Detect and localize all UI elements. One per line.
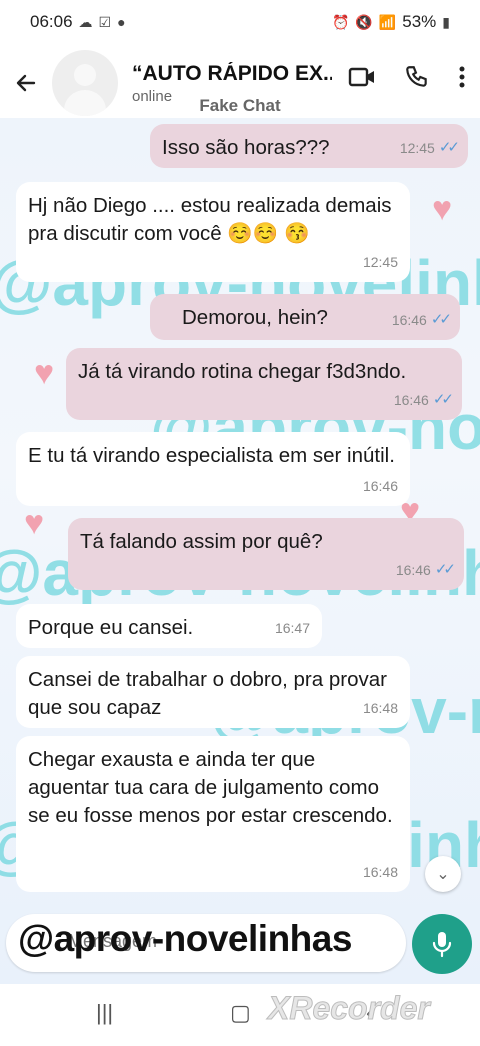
status-left: 06:06 ☁ ☑ ●: [30, 12, 126, 32]
recents-icon[interactable]: |||: [96, 1000, 113, 1026]
message-meta: 16:46: [363, 472, 398, 500]
message-outgoing[interactable]: Já tá virando rotina chegar f3d3ndo. 16:…: [66, 348, 462, 420]
message-meta: 12:45 ✓✓: [399, 134, 460, 162]
read-ticks-icon: ✓✓: [438, 139, 460, 156]
xrecorder-watermark: XRecorder: [268, 990, 431, 1027]
message-incoming[interactable]: Porque eu cansei. 16:47: [16, 604, 322, 648]
home-icon[interactable]: ▢: [230, 1000, 251, 1026]
heart-icon: ♥: [24, 504, 45, 542]
status-right: ⏰ 🔇 📶 53% ▮: [332, 12, 450, 32]
cloud-icon: ☁: [78, 13, 93, 30]
message-outgoing[interactable]: Demorou, hein? 16:46 ✓✓: [150, 294, 460, 340]
message-meta: 16:46 ✓✓: [395, 556, 456, 584]
message-meta: 16:47: [275, 614, 310, 642]
scroll-down-button[interactable]: ⌄: [425, 856, 461, 892]
contact-name: “AUTO RÁPIDO EX...: [132, 61, 332, 85]
battery-percent: 53%: [402, 12, 437, 31]
message-text: E tu tá virando especialista em ser inút…: [28, 444, 395, 467]
header-actions: [348, 64, 466, 90]
message-incoming[interactable]: E tu tá virando especialista em ser inút…: [16, 432, 410, 506]
mic-icon: [432, 932, 452, 958]
message-text: Já tá virando rotina chegar f3d3ndo.: [78, 360, 407, 383]
message-outgoing[interactable]: Isso são horas??? 12:45 ✓✓: [150, 124, 468, 168]
message-time: 12:45: [399, 140, 435, 156]
status-bar: 06:06 ☁ ☑ ● ⏰ 🔇 📶 53% ▮: [0, 0, 480, 44]
chat-bubble-icon: ●: [117, 14, 126, 30]
message-incoming[interactable]: Chegar exausta e ainda ter que aguentar …: [16, 736, 410, 892]
wifi-icon: 📶: [378, 13, 397, 30]
chat-area[interactable]: @aprov-novelinhas @aprov-novelinhas @apr…: [0, 118, 480, 984]
alarm-icon: ⏰: [331, 13, 350, 30]
read-ticks-icon: ✓✓: [430, 311, 452, 328]
check-box-icon: ☑: [98, 13, 112, 30]
message-time: 16:48: [362, 864, 398, 880]
heart-icon: ♥: [432, 190, 453, 228]
mic-button[interactable]: [412, 914, 472, 974]
message-time: 16:46: [393, 392, 429, 408]
status-time: 06:06: [30, 12, 73, 31]
message-text: Tá falando assim por quê?: [80, 530, 323, 553]
fake-chat-label: Fake Chat: [199, 96, 281, 115]
phone-icon[interactable]: [404, 64, 430, 90]
message-meta: 16:46 ✓✓: [393, 386, 454, 414]
message-incoming[interactable]: Cansei de trabalhar o dobro, pra provar …: [16, 656, 410, 728]
message-outgoing[interactable]: Tá falando assim por quê? 16:46 ✓✓: [68, 518, 464, 590]
message-text: Hj não Diego .... estou realizada demais…: [28, 194, 392, 245]
watermark-overlay: @aprov-novelinhas: [18, 918, 352, 959]
message-incoming[interactable]: Hj não Diego .... estou realizada demais…: [16, 182, 410, 282]
message-time: 16:46: [395, 562, 431, 578]
more-vert-icon[interactable]: [458, 65, 466, 89]
mute-icon: 🔇: [355, 13, 373, 30]
video-call-icon[interactable]: [348, 65, 376, 89]
message-time: 16:46: [362, 478, 398, 494]
message-meta: 12:45: [363, 248, 398, 276]
arrow-left-icon: [16, 74, 36, 92]
message-time: 16:47: [274, 620, 310, 636]
message-meta: 16:48: [363, 694, 398, 722]
message-text: Chegar exausta e ainda ter que aguentar …: [28, 748, 393, 827]
chevron-double-down-icon: ⌄: [436, 866, 450, 883]
message-time: 16:48: [362, 700, 398, 716]
message-meta: 16:46 ✓✓: [391, 306, 452, 334]
message-time: 12:45: [362, 254, 398, 270]
heart-icon: ♥: [34, 354, 55, 392]
battery-icon: ▮: [442, 13, 450, 30]
read-ticks-icon: ✓✓: [434, 561, 456, 578]
message-text: Cansei de trabalhar o dobro, pra provar …: [28, 668, 387, 719]
read-ticks-icon: ✓✓: [432, 391, 454, 408]
message-time: 16:46: [391, 312, 427, 328]
message-meta: 16:48: [363, 858, 398, 886]
